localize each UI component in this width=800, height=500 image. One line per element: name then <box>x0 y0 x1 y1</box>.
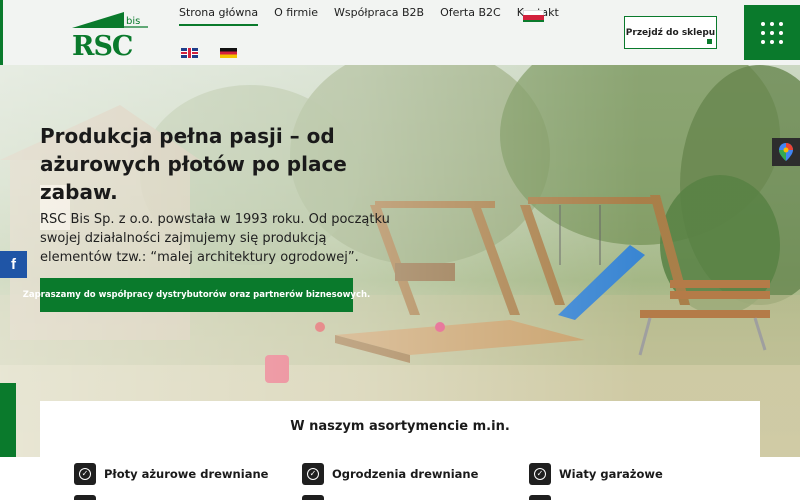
header-accent-strip <box>0 0 3 65</box>
flag-de-icon[interactable] <box>220 48 237 58</box>
nav-item-b2b[interactable]: Współpraca B2B <box>334 6 424 26</box>
map-pin-icon[interactable] <box>772 138 800 166</box>
assortment-item-label: Ogrodzenia drewniane <box>332 467 479 481</box>
facebook-icon[interactable]: f <box>0 251 27 278</box>
assortment-item[interactable]: ✓ Wiaty garażowe <box>529 463 663 485</box>
corner-accent-icon <box>707 39 712 44</box>
flag-uk-icon[interactable] <box>181 48 198 58</box>
logo-rsc-text: RSC <box>72 31 133 58</box>
cta-button[interactable]: Zapraszamy do współpracy dystrybutorów o… <box>23 278 370 312</box>
shop-button-label: Przejdź do sklepu <box>625 27 716 38</box>
assortment-item-label: Wiaty garażowe <box>559 467 663 481</box>
nav-item-about[interactable]: O firmie <box>274 6 318 26</box>
flag-pl-icon[interactable] <box>523 10 544 22</box>
assortment-item[interactable]: ✓ Ogrodzenia drewniane <box>302 463 478 485</box>
hero-description: RSC Bis Sp. z o.o. powstała w 1993 roku.… <box>40 212 390 265</box>
site-header: bis RSC Strona główna O firmie Współprac… <box>0 0 800 65</box>
check-circle-icon <box>74 495 96 500</box>
hero-banner: Produkcja pełna pasji – od ażurowych pło… <box>0 65 800 457</box>
check-circle-icon <box>302 495 324 500</box>
side-accent-bar <box>0 383 16 457</box>
menu-grid-button[interactable] <box>744 5 800 60</box>
shop-button[interactable]: Przejdź do sklepu <box>624 16 717 49</box>
logo-bis-text: bis <box>126 16 140 27</box>
check-circle-icon: ✓ <box>74 463 96 485</box>
check-circle-icon <box>529 495 551 500</box>
assortment-item[interactable]: ✓ Płoty ażurowe drewniane <box>74 463 268 485</box>
check-circle-icon: ✓ <box>302 463 324 485</box>
nav-item-home[interactable]: Strona główna <box>179 6 259 26</box>
logo[interactable]: bis RSC <box>72 10 148 58</box>
nav-item-b2c[interactable]: Oferta B2C <box>440 6 501 26</box>
check-circle-icon: ✓ <box>529 463 551 485</box>
assortment-item-label: Płoty ażurowe drewniane <box>104 467 269 481</box>
assortment-title: W naszym asortymencie m.in. <box>290 419 510 434</box>
hero-title: Produkcja pełna pasji – od ażurowych pło… <box>40 124 347 204</box>
main-nav: Strona główna O firmie Współpraca B2B Of… <box>179 6 559 26</box>
assortment-section: W naszym asortymencie m.in. ✓ Płoty ażur… <box>40 401 760 500</box>
